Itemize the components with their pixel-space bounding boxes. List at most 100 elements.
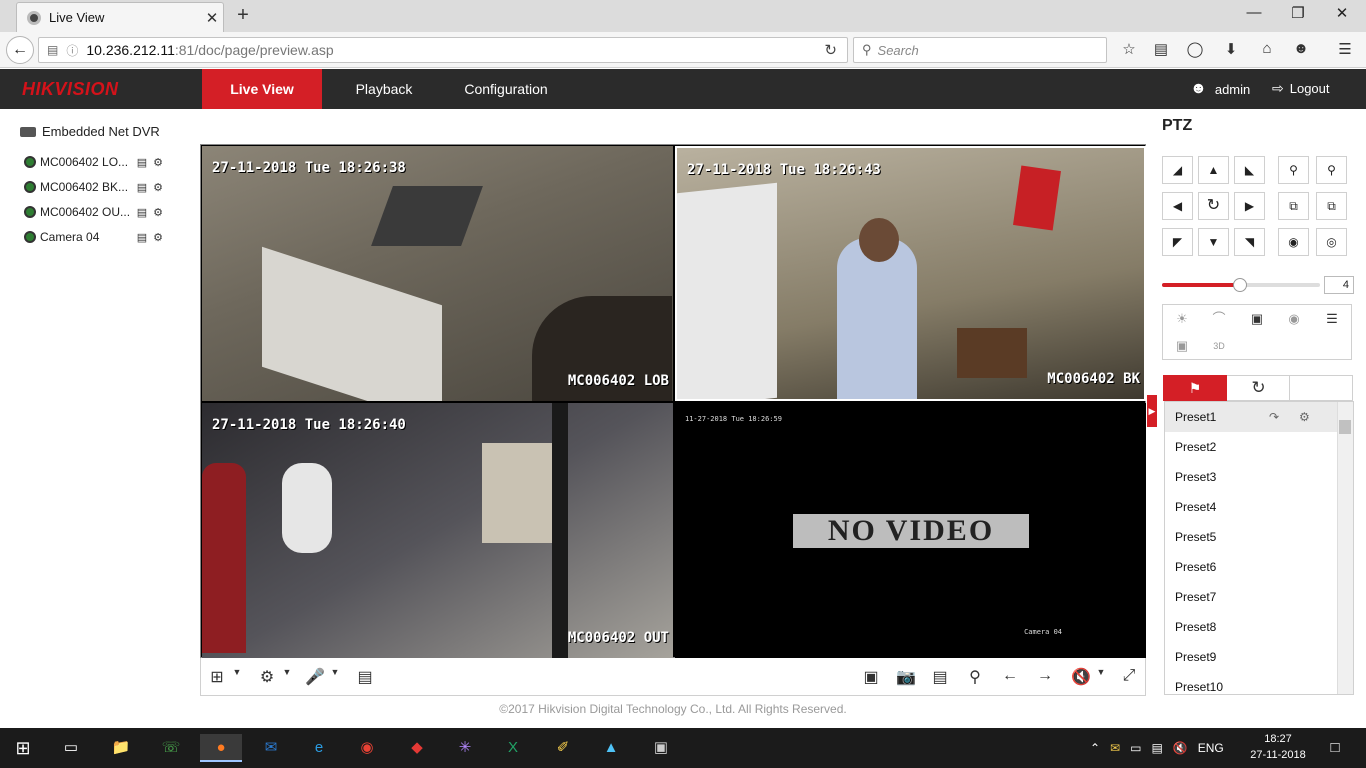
pan-up-right-button[interactable]: ◣ (1234, 156, 1265, 184)
record-icon[interactable]: ▤ (134, 181, 150, 194)
ptz-icon[interactable]: ⚙ (150, 181, 166, 194)
logout-button[interactable]: ⇨ Logout (1272, 80, 1330, 97)
video-pane-2[interactable]: 27-11-2018 Tue 18:26:43 MC006402 BK (675, 146, 1146, 401)
list-item[interactable]: Preset1 ↷ ⚙ (1165, 402, 1337, 432)
tab-playback[interactable]: Playback (334, 69, 434, 109)
manual-track-icon[interactable]: ▣ (1167, 334, 1197, 358)
lens-init-icon[interactable]: ◉ (1279, 307, 1309, 331)
user-menu[interactable]: ☻ admin (1190, 80, 1250, 98)
wiper-icon[interactable]: ⌒ (1204, 307, 1234, 331)
task-view-icon[interactable]: ▭ (56, 734, 86, 762)
chevron-down-icon[interactable]: ▼ (323, 667, 347, 677)
call-preset-icon[interactable]: ↷ (1269, 402, 1279, 432)
zoom-in-icon[interactable]: ⚲ (1316, 156, 1347, 184)
pan-right-button[interactable]: ▶ (1234, 192, 1265, 220)
list-item[interactable]: Preset10 (1165, 672, 1337, 694)
list-item[interactable]: Preset7 (1165, 582, 1337, 612)
chevron-down-icon[interactable]: ▼ (1089, 667, 1113, 677)
outlook-icon[interactable]: ✉ (256, 734, 286, 762)
notifications-icon[interactable]: □ (1320, 734, 1350, 762)
tree-camera-1[interactable]: MC006402 LO... ▤ ⚙ (24, 155, 174, 169)
record-icon[interactable]: ▤ (134, 231, 150, 244)
fullscreen-icon[interactable]: ⤢ (1117, 667, 1141, 685)
command-prompt-icon[interactable]: ▣ (646, 734, 676, 762)
taskbar-clock[interactable]: 18:27 27-11-2018 (1250, 731, 1306, 763)
ptz-icon[interactable]: ⚙ (150, 156, 166, 169)
capture-camera-icon[interactable]: 📷 (894, 667, 918, 687)
chrome-icon[interactable]: ◉ (352, 734, 382, 762)
tree-camera-3[interactable]: MC006402 OU... ▤ ⚙ (24, 205, 174, 219)
pan-down-button[interactable]: ▼ (1198, 228, 1229, 256)
tree-camera-4[interactable]: Camera 04 ▤ ⚙ (24, 230, 174, 244)
device-tree-root[interactable]: Embedded Net DVR (20, 124, 160, 139)
home-icon[interactable]: ⌂ (1256, 40, 1278, 60)
anydesk-icon[interactable]: ◆ (402, 734, 432, 762)
sparkle-app-icon[interactable]: ✳ (450, 734, 480, 762)
pan-left-button[interactable]: ◀ (1162, 192, 1193, 220)
list-item[interactable]: Preset2 (1165, 432, 1337, 462)
chevron-down-icon[interactable]: ▼ (275, 667, 299, 677)
previous-page-icon[interactable]: ← (998, 667, 1022, 685)
close-tab-icon[interactable]: ✕ (201, 9, 223, 27)
bookmark-star-icon[interactable]: ☆ (1118, 40, 1140, 60)
digital-zoom-icon[interactable]: ⚲ (963, 667, 987, 687)
record-icon[interactable]: ▤ (134, 156, 150, 169)
network-app-icon[interactable]: ▲ (596, 734, 626, 762)
chevron-down-icon[interactable]: ▼ (225, 667, 249, 677)
pan-up-left-button[interactable]: ◢ (1162, 156, 1193, 184)
mail-icon[interactable]: ✉ (1110, 741, 1120, 755)
excel-icon[interactable]: X (498, 734, 528, 762)
whatsapp-icon[interactable]: ☏ (156, 734, 186, 762)
volume-muted-icon[interactable]: 🔇 (1173, 741, 1188, 755)
focus-near-icon[interactable]: ⧉ (1278, 192, 1309, 220)
3d-zoom-icon[interactable]: 3D (1204, 334, 1234, 358)
windows-start-icon[interactable]: ⊞ (8, 734, 38, 762)
preset-scrollbar[interactable] (1337, 402, 1353, 694)
video-pane-1[interactable]: 27-11-2018 Tue 18:26:38 MC006402 LOB (202, 146, 673, 401)
scrollbar-thumb[interactable] (1339, 420, 1351, 434)
menu-icon[interactable]: ☰ (1334, 40, 1356, 60)
iris-close-icon[interactable]: ◎ (1316, 228, 1347, 256)
reload-icon[interactable]: ↻ (824, 41, 837, 59)
record-clip-icon[interactable]: ▤ (928, 667, 952, 687)
reading-list-icon[interactable]: ▤ (1150, 40, 1172, 60)
image-settings-icon[interactable]: ▤ (353, 667, 377, 687)
firefox-icon[interactable]: ● (200, 734, 242, 762)
show-hidden-icon[interactable]: ⌃ (1090, 741, 1100, 755)
pocket-icon[interactable]: ◯ (1184, 40, 1206, 60)
network-icon[interactable]: ▤ (1151, 741, 1162, 755)
video-pane-4[interactable]: 11-27-2018 Tue 18:26:59 NO VIDEO Camera … (675, 403, 1146, 658)
back-button[interactable]: ← (6, 36, 34, 64)
record-icon[interactable]: ▤ (134, 206, 150, 219)
new-tab-button[interactable]: + (232, 4, 254, 27)
stop-all-icon[interactable]: ▣ (859, 667, 883, 687)
tree-camera-2[interactable]: MC006402 BK... ▤ ⚙ (24, 180, 174, 194)
speed-slider-handle[interactable] (1233, 278, 1247, 292)
close-window-button[interactable]: ✕ (1320, 4, 1364, 26)
address-bar[interactable]: ▤ ⓘ 10.236.212.11 :81/doc/page/preview.a… (38, 37, 848, 63)
pan-down-right-button[interactable]: ◥ (1234, 228, 1265, 256)
list-item[interactable]: Preset4 (1165, 492, 1337, 522)
ptz-icon[interactable]: ⚙ (150, 206, 166, 219)
battery-icon[interactable]: ▭ (1130, 741, 1141, 755)
minimize-button[interactable]: — (1232, 4, 1276, 26)
light-icon[interactable]: ☀ (1167, 307, 1197, 331)
focus-far-icon[interactable]: ⧉ (1316, 192, 1347, 220)
video-pane-3[interactable]: 27-11-2018 Tue 18:26:40 MC006402 OUT (202, 403, 673, 658)
list-item[interactable]: Preset5 (1165, 522, 1337, 552)
tab-live-view[interactable]: Live View (202, 69, 322, 109)
collapse-panel-button[interactable]: ▶ (1147, 395, 1157, 427)
list-item[interactable]: Preset9 (1165, 642, 1337, 672)
focus-assist-icon[interactable]: ▣ (1242, 307, 1272, 331)
pan-down-left-button[interactable]: ◤ (1162, 228, 1193, 256)
ptz-icon[interactable]: ⚙ (150, 231, 166, 244)
file-explorer-icon[interactable]: 📁 (106, 734, 136, 762)
info-icon[interactable]: ⓘ (66, 42, 78, 59)
pan-up-button[interactable]: ▲ (1198, 156, 1229, 184)
smiley-icon[interactable]: ☻ (1290, 40, 1312, 60)
maximize-button[interactable]: ❐ (1276, 4, 1320, 26)
search-input[interactable]: ⚲ Search (853, 37, 1107, 63)
auto-pan-icon[interactable]: ↻ (1198, 192, 1229, 220)
zoom-out-icon[interactable]: ⚲ (1278, 156, 1309, 184)
gear-icon[interactable]: ⚙ (1299, 402, 1310, 432)
